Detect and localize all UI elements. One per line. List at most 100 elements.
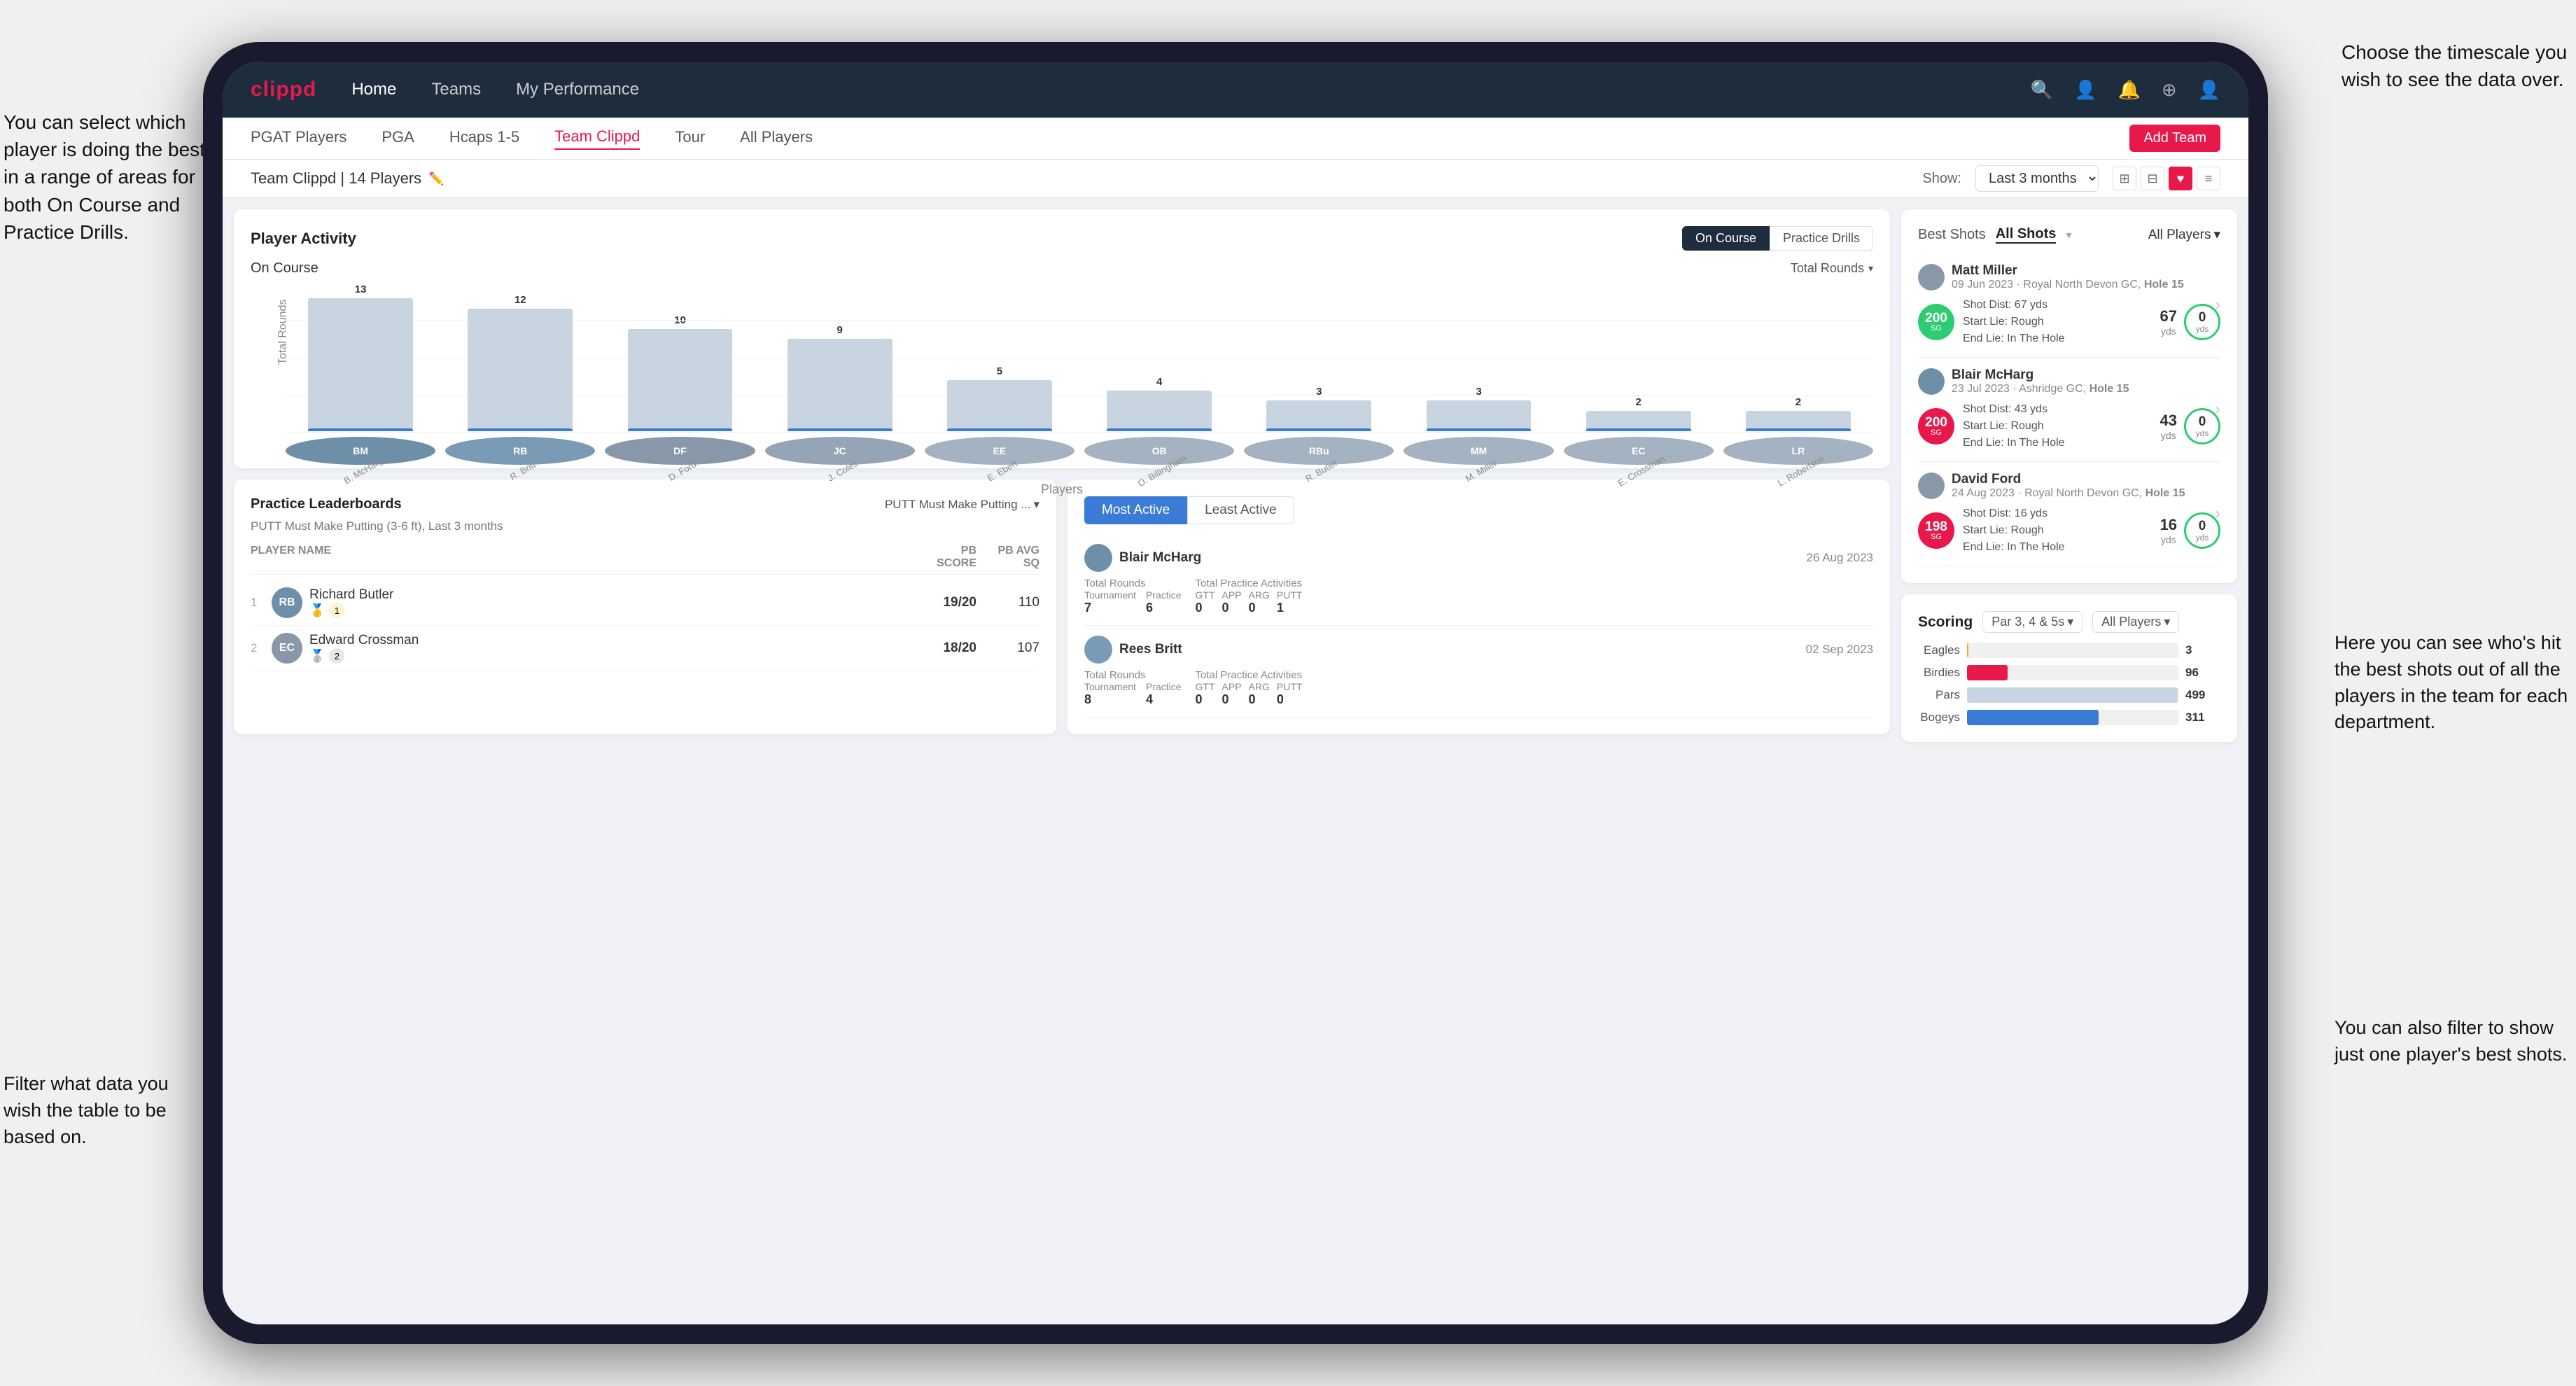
chevron-down-icon-4: ▾	[2213, 227, 2220, 243]
add-team-area: Add Team	[2129, 125, 2220, 152]
subnav-hcaps[interactable]: Hcaps 1-5	[449, 128, 519, 149]
user-icon[interactable]: 👤	[2074, 79, 2096, 101]
practice-drills-toggle[interactable]: Practice Drills	[1770, 226, 1873, 251]
y-axis-label: Total Rounds	[277, 299, 290, 364]
bar-2	[628, 329, 733, 431]
search-icon[interactable]: 🔍	[2031, 79, 2053, 101]
total-rounds-dropdown[interactable]: Total Rounds ▾	[1791, 261, 1873, 276]
bar-8	[1586, 411, 1691, 431]
heart-view-btn[interactable]: ♥	[2169, 167, 2192, 190]
lb-avatar-1: EC	[272, 633, 302, 664]
subnav-pga[interactable]: PGA	[382, 128, 414, 149]
shot-start-0: Start Lie: Rough	[1963, 314, 2152, 330]
lb-row-0[interactable]: 1 RB Richard Butler 🥇 1 19/20 110	[251, 580, 1040, 626]
par-dropdown[interactable]: Par 3, 4 & 5s ▾	[1982, 611, 2082, 633]
list-view-btn[interactable]: ⊟	[2141, 167, 2164, 190]
bar-value-7: 3	[1476, 386, 1481, 398]
lb-avg-1: 107	[983, 640, 1040, 656]
all-players-dropdown[interactable]: All Players ▾	[2148, 227, 2220, 243]
lb-badge-1: 2	[329, 648, 344, 664]
total-rounds-label: Total Rounds	[1791, 261, 1864, 276]
chevron-right-icon-0: ›	[2215, 295, 2220, 315]
activity-item-1[interactable]: Rees Britt 02 Sep 2023 Total Rounds Tour…	[1084, 626, 1873, 718]
bar-chart: Total Rounds 13	[251, 284, 1873, 451]
shot-details-2: 198 SG Shot Dist: 16 yds Start Lie: Roug…	[1918, 505, 2220, 556]
shot-start-1: Start Lie: Rough	[1963, 418, 2152, 435]
bar-highlight-9	[1746, 428, 1851, 431]
nav-teams[interactable]: Teams	[431, 80, 481, 99]
subnav-tour[interactable]: Tour	[675, 128, 705, 149]
shot-item-2[interactable]: David Ford 24 Aug 2023 · Royal North Dev…	[1918, 462, 2220, 566]
shot-end-2: End Lie: In The Hole	[1963, 539, 2152, 556]
grid-view-btn[interactable]: ⊞	[2113, 167, 2136, 190]
bar-5	[1107, 391, 1212, 431]
x-labels-row: B. McHarg R. Britt D. Ford J. Coles E. E…	[251, 466, 1873, 477]
act-rounds-1: Total Rounds Tournament 8 Practice	[1084, 669, 1182, 707]
all-shots-tab[interactable]: All Shots	[1996, 226, 2057, 244]
main-content: Player Activity On Course Practice Drill…	[223, 198, 2248, 1324]
shot-details-1: 200 SG Shot Dist: 43 yds Start Lie: Roug…	[1918, 401, 2220, 451]
eagles-count: 3	[2185, 643, 2220, 657]
edit-icon[interactable]: ✏️	[428, 172, 444, 186]
lb-medal-1: 🥈	[309, 649, 325, 664]
time-period-select[interactable]: Last 3 months Last month Last 6 months L…	[1975, 165, 2099, 192]
activity-item-0[interactable]: Blair McHarg 26 Aug 2023 Total Rounds To…	[1084, 534, 1873, 626]
lb-row-1[interactable]: 2 EC Edward Crossman 🥈 2 18/20 107	[251, 626, 1040, 671]
shot-start-2: Start Lie: Rough	[1963, 522, 2152, 539]
subnav-all-players[interactable]: All Players	[740, 128, 813, 149]
bar-highlight-4	[947, 428, 1052, 431]
chevron-down-icon: ▾	[1868, 262, 1873, 274]
act-name-1: Rees Britt	[1119, 642, 1799, 657]
annotation-3: Here you can see who's hit the best shot…	[2334, 630, 2572, 736]
shot-badge-label-0: SG	[1931, 325, 1942, 332]
lb-columns: PLAYER NAME PB SCORE PB AVG SQ	[251, 540, 1040, 575]
bar-group-7: 3	[1404, 386, 1553, 431]
best-shots-tabs: Best Shots All Shots ▾	[1918, 226, 2071, 244]
subnav-pgat[interactable]: PGAT Players	[251, 128, 346, 149]
scoring-row-bogeys: Bogeys 311	[1918, 710, 2220, 725]
act-avatar-0	[1084, 544, 1112, 572]
shot-stats-1: 43 yds 0 yds	[2160, 408, 2220, 444]
shot-avatar-0	[1918, 264, 1945, 290]
bar-6	[1266, 400, 1371, 431]
shot-item-0[interactable]: Matt Miller 09 Jun 2023 · Royal North De…	[1918, 253, 2220, 358]
chevron-right-icon-1: ›	[2215, 400, 2220, 419]
bar-highlight-3	[788, 428, 892, 431]
scoring-players-dropdown[interactable]: All Players ▾	[2092, 611, 2179, 633]
bar-value-1: 12	[514, 294, 526, 306]
team-title: Team Clippd | 14 Players	[251, 169, 421, 188]
bogeys-bar	[1967, 710, 2099, 725]
act-practice-activities-1: Total Practice Activities GTT 0 APP	[1196, 669, 1303, 707]
birdies-label: Birdies	[1918, 666, 1960, 680]
player-activity-card: Player Activity On Course Practice Drill…	[234, 209, 1890, 468]
shot-item-1[interactable]: Blair McHarg 23 Jul 2023 · Ashridge GC, …	[1918, 358, 2220, 462]
subnav-team-clippd[interactable]: Team Clippd	[554, 127, 640, 150]
bogeys-label: Bogeys	[1918, 710, 1960, 724]
pars-bar-wrap	[1967, 687, 2178, 703]
bar-1	[468, 309, 573, 431]
bar-highlight-8	[1586, 428, 1691, 431]
on-course-toggle[interactable]: On Course	[1682, 226, 1770, 251]
plus-circle-icon[interactable]: ⊕	[2162, 79, 2177, 101]
lb-score-0: 19/20	[920, 595, 976, 610]
leaderboard-subtitle: PUTT Must Make Putting (3-6 ft), Last 3 …	[251, 519, 1040, 533]
nav-my-performance[interactable]: My Performance	[516, 80, 639, 99]
act-name-0: Blair McHarg	[1119, 550, 1800, 566]
chevron-down-icon-6: ▾	[2164, 615, 2170, 629]
chevron-down-icon-5: ▾	[2067, 615, 2073, 629]
bottom-row: Practice Leaderboards PUTT Must Make Put…	[234, 479, 1890, 734]
leaderboard-title: Practice Leaderboards	[251, 496, 402, 512]
avatar-icon[interactable]: 👤	[2198, 79, 2220, 101]
shot-badge-label-1: SG	[1931, 429, 1942, 437]
menu-view-btn[interactable]: ≡	[2197, 167, 2220, 190]
shot-avatar-2	[1918, 472, 1945, 499]
act-date-1: 02 Sep 2023	[1806, 643, 1873, 657]
nav-home[interactable]: Home	[351, 80, 396, 99]
act-stats-0: Total Rounds Tournament 7 Practice	[1084, 578, 1873, 615]
shot-stat-dist-2: 16 yds	[2160, 516, 2177, 545]
lb-score-1: 18/20	[920, 640, 976, 656]
practice-leaderboards-card: Practice Leaderboards PUTT Must Make Put…	[234, 479, 1056, 734]
bell-icon[interactable]: 🔔	[2118, 79, 2140, 101]
add-team-button[interactable]: Add Team	[2129, 125, 2220, 152]
bar-value-5: 4	[1156, 376, 1162, 388]
